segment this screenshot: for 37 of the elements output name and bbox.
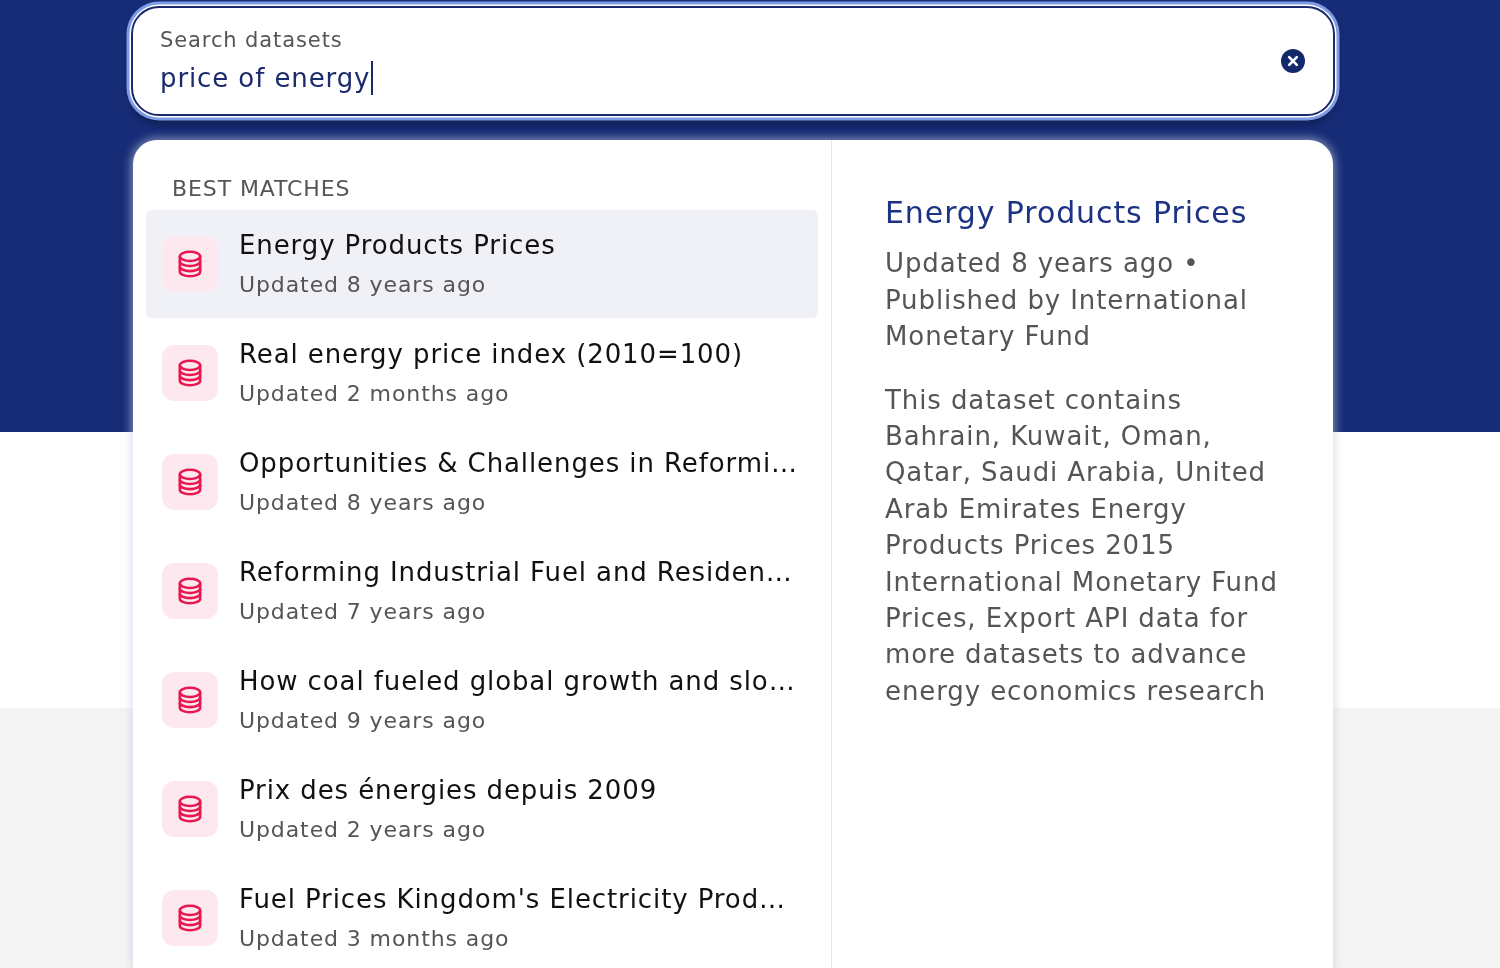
preview-description: This dataset contains Bahrain, Kuwait, Oman, Qatar, Saudi Arabia, United Arab Emirates Energy Products Prices 2015 International Monetary Fund Prices, Export API data for more datasets to advance energy economics research [885, 383, 1279, 708]
result-item[interactable]: Real energy price index (2010=100) Updated 2 months ago [146, 319, 818, 427]
result-item[interactable]: Energy Products Prices Updated 8 years ago [146, 210, 818, 318]
result-title: Real energy price index (2010=100) [239, 338, 743, 371]
result-title: Reforming Industrial Fuel and Residen… [239, 556, 793, 589]
database-icon [162, 781, 218, 837]
result-updated: Updated 8 years ago [239, 271, 487, 299]
result-item[interactable]: How coal fueled global growth and slo… Updated 9 years ago [146, 646, 818, 754]
result-updated: Updated 7 years ago [239, 598, 487, 626]
database-icon [162, 345, 218, 401]
text-cursor-icon [371, 61, 374, 95]
result-item[interactable]: Opportunities & Challenges in Reformi… Updated 8 years ago [146, 428, 818, 536]
database-icon [162, 672, 218, 728]
database-icon [162, 454, 218, 510]
database-icon [162, 890, 218, 946]
result-item[interactable]: Fuel Prices Kingdom's Electricity Prod… Updated 3 months ago [146, 864, 818, 968]
clear-button[interactable] [1281, 49, 1305, 73]
database-icon [162, 563, 218, 619]
result-title: Prix des énergies depuis 2009 [239, 774, 658, 807]
result-title: Fuel Prices Kingdom's Electricity Prod… [239, 883, 786, 916]
result-title: Energy Products Prices [239, 229, 556, 262]
result-item[interactable]: Reforming Industrial Fuel and Residen… Updated 7 years ago [146, 537, 818, 645]
result-title: How coal fueled global growth and slo… [239, 665, 796, 698]
result-updated: Updated 3 months ago [239, 925, 510, 953]
result-updated: Updated 2 months ago [239, 380, 510, 408]
preview-title[interactable]: Energy Products Prices [885, 194, 1248, 232]
result-updated: Updated 8 years ago [239, 489, 487, 517]
field-label: Search datasets [160, 27, 343, 54]
section-heading: BEST MATCHES [172, 175, 351, 203]
search-query-text: price of energy [160, 62, 371, 95]
result-item[interactable]: Prix des énergies depuis 2009 Updated 2 years ago [146, 755, 818, 863]
database-icon [162, 236, 218, 292]
clear-icon [1281, 49, 1305, 73]
result-updated: Updated 9 years ago [239, 707, 487, 735]
result-title: Opportunities & Challenges in Reformi… [239, 447, 798, 480]
preview-meta: Updated 8 years ago • Published by International Monetary Fund [885, 247, 1249, 353]
result-updated: Updated 2 years ago [239, 816, 487, 844]
